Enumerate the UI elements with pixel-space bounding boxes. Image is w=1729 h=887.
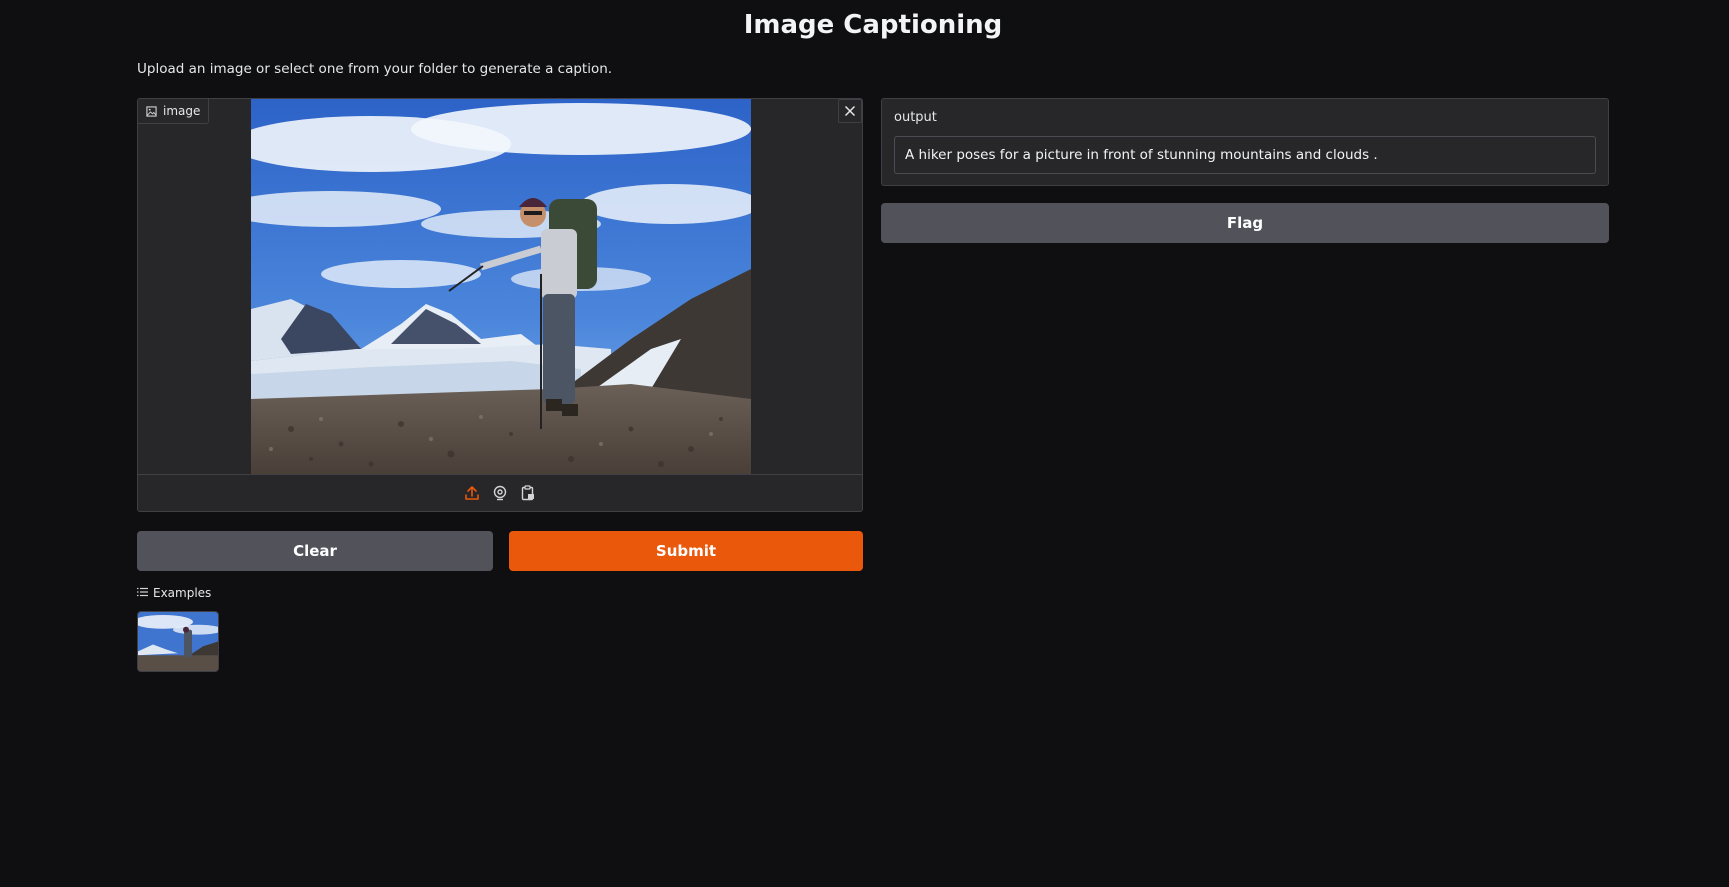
- webcam-icon: [492, 485, 508, 505]
- submit-button[interactable]: Submit: [509, 531, 863, 571]
- uploaded-image: [251, 99, 751, 474]
- webcam-button[interactable]: [491, 485, 509, 505]
- examples-header: Examples: [137, 586, 211, 600]
- clear-button[interactable]: Clear: [137, 531, 493, 571]
- image-input-label: image: [138, 99, 210, 124]
- image-icon: [146, 105, 157, 117]
- image-input-panel[interactable]: image: [137, 98, 863, 512]
- list-icon: [137, 586, 148, 600]
- close-icon: [844, 102, 856, 121]
- output-panel: output A hiker poses for a picture in fr…: [881, 98, 1609, 186]
- page-description: Upload an image or select one from your …: [137, 61, 613, 77]
- page-title: Image Captioning: [743, 10, 1003, 40]
- upload-button[interactable]: [463, 485, 481, 505]
- clipboard-icon: [520, 484, 536, 505]
- clear-image-button[interactable]: [838, 99, 862, 123]
- example-image-thumbnail[interactable]: [137, 611, 219, 672]
- clipboard-button[interactable]: [519, 484, 537, 505]
- image-label-text: image: [163, 104, 201, 118]
- output-textbox[interactable]: A hiker poses for a picture in front of …: [894, 136, 1596, 174]
- image-source-toolbar: [138, 474, 862, 511]
- examples-label: Examples: [153, 586, 212, 600]
- output-label: output: [894, 110, 937, 125]
- upload-icon: [464, 485, 480, 505]
- flag-button[interactable]: Flag: [881, 203, 1609, 243]
